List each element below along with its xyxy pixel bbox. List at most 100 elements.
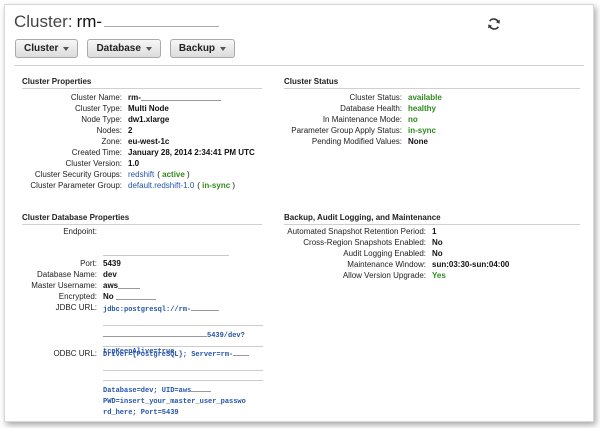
cluster-property-label: Cluster Security Groups: xyxy=(34,170,122,179)
odbc-url-line-3: PWD=insert_your_master_user_passwo xyxy=(103,398,246,406)
redacted-host-line xyxy=(103,361,263,371)
chevron-down-icon xyxy=(220,46,227,51)
redacted-host xyxy=(191,302,220,311)
endpoint-label: Endpoint: xyxy=(63,227,97,236)
cluster-status-title: Cluster Status xyxy=(284,77,339,86)
cluster-property-row: Nodes: 2 xyxy=(22,125,133,136)
backup-menu-label: Backup xyxy=(178,43,216,54)
cluster-property-row: Zone: eu-west-1c xyxy=(22,136,170,147)
jdbc-url-line-2: 5439/dev? xyxy=(207,332,245,340)
refresh-icon[interactable] xyxy=(487,17,501,31)
cluster-menu-label: Cluster xyxy=(24,43,59,54)
port-label: Port: xyxy=(80,259,97,268)
backup-section-title: Backup, Audit Logging, and Maintenance xyxy=(284,213,441,222)
section-divider xyxy=(22,88,262,89)
endpoint-value xyxy=(103,230,229,256)
database-menu-button[interactable]: Database xyxy=(87,39,161,58)
cluster-property-label: Cluster Parameter Group: xyxy=(30,181,122,190)
redacted-username xyxy=(118,280,141,289)
cluster-status-row: Pending Modified Values: None xyxy=(284,136,428,147)
backup-setting-row: Audit Logging Enabled: No xyxy=(284,248,443,259)
redacted-username xyxy=(191,383,212,392)
cluster-status-label: Pending Modified Values: xyxy=(311,137,402,146)
cluster-property-row: Cluster Parameter Group: default.redshift… xyxy=(22,180,235,191)
master-username-value: aws xyxy=(103,281,119,290)
port-value: 5439 xyxy=(103,259,121,268)
cluster-property-value[interactable]: redshift xyxy=(128,169,154,180)
backup-setting-row: Maintenance Window: sun:03:30-sun:04:00 xyxy=(284,259,509,270)
odbc-url-value[interactable]: Driver={PostgreSQL}; Server=rm- Database… xyxy=(103,347,263,419)
cluster-property-value[interactable]: default.redshift-1.0 xyxy=(128,180,194,191)
cluster-status-label: Parameter Group Apply Status: xyxy=(291,126,402,135)
odbc-url-line-1: Driver={PostgreSQL}; Server=rm- xyxy=(103,351,234,359)
chevron-down-icon xyxy=(145,46,152,51)
cluster-properties-title: Cluster Properties xyxy=(22,77,92,86)
master-username-row: Master Username: aws xyxy=(22,280,141,291)
cluster-details-panel: Cluster: rm- Cluster Database Backup Clu… xyxy=(4,4,594,422)
cluster-property-label: Node Type: xyxy=(81,115,122,124)
db-properties-title: Cluster Database Properties xyxy=(22,213,130,222)
cluster-property-label: Cluster Name: xyxy=(70,93,122,102)
backup-setting-value: No xyxy=(432,249,443,258)
cluster-status-value: available xyxy=(408,93,442,102)
cluster-property-value: 2 xyxy=(128,126,133,135)
page-title: Cluster: rm- xyxy=(14,12,220,32)
redacted-field xyxy=(115,291,156,300)
backup-setting-row: Allow Version Upgrade: Yes xyxy=(284,270,446,281)
backup-setting-row: Automated Snapshot Retention Period: 1 xyxy=(284,226,436,237)
cluster-status-value: no xyxy=(408,115,418,124)
cluster-property-value: dw1.xlarge xyxy=(128,115,170,124)
cluster-property-value: 1.0 xyxy=(128,159,140,168)
cluster-property-label: Nodes: xyxy=(96,126,122,135)
cluster-property-label: Cluster Type: xyxy=(75,104,122,113)
port-row: Port: 5439 xyxy=(22,258,121,269)
cluster-menu-button[interactable]: Cluster xyxy=(15,39,79,58)
cluster-property-row: Cluster Type: Multi Node xyxy=(22,103,169,114)
divider xyxy=(14,65,584,66)
redacted-host xyxy=(233,347,250,356)
backup-setting-label: Audit Logging Enabled: xyxy=(343,249,426,258)
cluster-property-row: Node Type: dw1.xlarge xyxy=(22,114,169,125)
jdbc-url-label: JDBC URL: xyxy=(55,303,97,312)
encrypted-label: Encrypted: xyxy=(58,292,97,301)
encrypted-row: Encrypted: No xyxy=(22,291,156,302)
master-username-label: Master Username: xyxy=(31,281,97,290)
cluster-property-row: Created Time: January 28, 2014 2:34:41 PM… xyxy=(22,147,255,158)
cluster-property-status: ( active ) xyxy=(157,170,190,179)
cluster-property-value: January 28, 2014 2:34:41 PM UTC xyxy=(128,148,255,157)
cluster-status-value: healthy xyxy=(408,104,437,113)
backup-setting-value: Yes xyxy=(432,271,446,280)
jdbc-url-line-1: jdbc:postgresql://rm- xyxy=(103,306,192,314)
cluster-property-value: eu-west-1c xyxy=(128,137,170,146)
cluster-status-label: Cluster Status: xyxy=(349,93,402,102)
odbc-url-row: ODBC URL: xyxy=(22,348,103,359)
title-label: Cluster: xyxy=(14,12,73,31)
cluster-status-label: In Maintenance Mode: xyxy=(322,115,402,124)
chevron-down-icon xyxy=(63,46,70,51)
cluster-property-row: Cluster Version: 1.0 xyxy=(22,158,140,169)
dbname-value: dev xyxy=(103,270,117,279)
cluster-name-title: rm- xyxy=(76,12,103,31)
backup-setting-label: Maintenance Window: xyxy=(347,260,426,269)
odbc-url-line-2: Database=dev; UID=aws xyxy=(103,387,192,395)
cluster-property-row: Cluster Security Groups: redshift( active… xyxy=(22,169,190,180)
cluster-status-row: Cluster Status: available xyxy=(284,92,442,103)
cluster-property-label: Created Time: xyxy=(71,148,122,157)
cluster-status-value: in-sync xyxy=(408,126,437,135)
cluster-status-label: Database Health: xyxy=(340,104,402,113)
redacted-host-line xyxy=(103,316,263,326)
cluster-property-label: Zone: xyxy=(101,137,122,146)
cluster-status-row: Parameter Group Apply Status: in-sync xyxy=(284,125,436,136)
section-divider xyxy=(284,88,580,89)
encrypted-value: No xyxy=(103,292,114,301)
backup-setting-label: Automated Snapshot Retention Period: xyxy=(287,227,426,236)
database-menu-label: Database xyxy=(96,43,141,54)
redacted-host-line xyxy=(103,371,263,381)
backup-menu-button[interactable]: Backup xyxy=(169,39,236,58)
endpoint-row: Endpoint: xyxy=(22,226,103,237)
cluster-property-label: Cluster Version: xyxy=(65,159,122,168)
cluster-property-status: ( in-sync ) xyxy=(197,181,236,190)
backup-setting-value: No xyxy=(432,238,443,247)
cluster-property-row: Cluster Name: rm- xyxy=(22,92,221,103)
odbc-url-label: ODBC URL: xyxy=(53,349,97,358)
